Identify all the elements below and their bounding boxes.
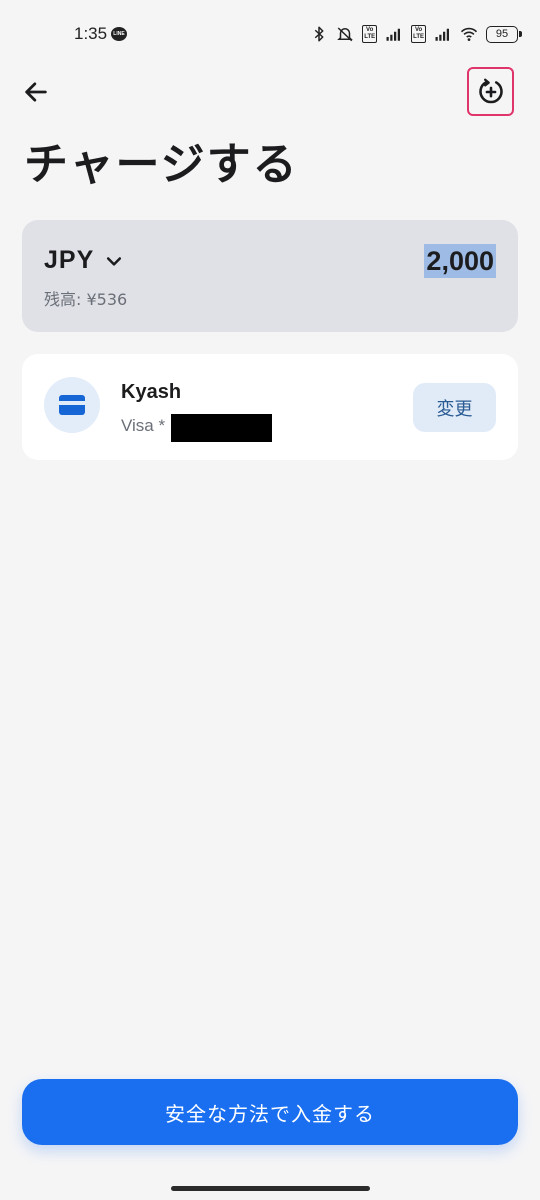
volte-icon: Vo LTE <box>411 25 426 43</box>
charge-screen: 1:35 LINE Vo LTE Vo LTE 95 チャージする JPY 残高… <box>0 0 540 1200</box>
line-notification-icon: LINE <box>111 27 127 41</box>
add-history-icon <box>478 78 503 103</box>
status-bar: 1:35 LINE Vo LTE Vo LTE 95 <box>0 0 540 70</box>
currency-selector[interactable]: JPY <box>44 246 124 275</box>
battery-icon: 95 <box>486 25 522 43</box>
credit-card-icon <box>59 395 85 415</box>
signal-icon <box>386 28 401 41</box>
chevron-down-icon <box>107 256 122 266</box>
redacted-card-number <box>171 414 272 442</box>
status-icons: Vo LTE Vo LTE 95 <box>310 22 522 46</box>
amount-input[interactable]: 2,000 <box>424 244 496 278</box>
payment-method-card: Kyash Visa * 変更 <box>22 354 518 460</box>
add-history-button[interactable] <box>467 67 514 116</box>
volte-icon: Vo LTE <box>362 25 378 43</box>
home-indicator[interactable] <box>171 1186 370 1191</box>
card-icon-container <box>44 377 100 433</box>
bluetooth-icon <box>314 26 324 42</box>
page-title: チャージする <box>24 139 299 190</box>
amount-card: JPY 残高: ¥536 2,000 <box>22 220 518 332</box>
wifi-icon <box>460 27 478 41</box>
deposit-button[interactable]: 安全な方法で入金する <box>22 1079 518 1145</box>
change-button[interactable]: 変更 <box>413 383 496 432</box>
arrow-left-icon <box>25 82 47 102</box>
mute-icon <box>337 27 354 42</box>
status-time: 1:35 <box>74 24 108 43</box>
back-button[interactable] <box>18 74 54 110</box>
signal-icon <box>435 28 449 41</box>
card-name: Kyash <box>121 381 182 403</box>
card-number: Visa * <box>121 416 166 435</box>
balance-text: 残高: ¥536 <box>44 290 128 309</box>
currency-code: JPY <box>44 246 95 274</box>
